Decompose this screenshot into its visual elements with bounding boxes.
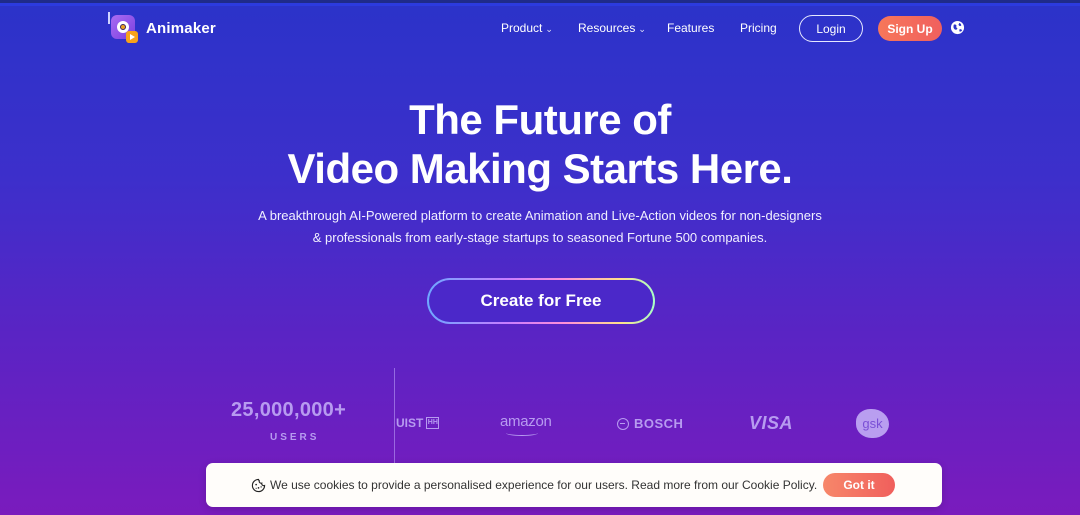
hero-title-line-1: The Future of <box>409 96 671 143</box>
client-logo-text: BOSCH <box>634 416 684 431</box>
brand-name: Animaker <box>146 19 216 37</box>
hero-title-line-2: Video Making Starts Here. <box>287 145 793 192</box>
client-logo-gsk: gsk <box>856 409 889 438</box>
client-logo-text: UIST <box>396 416 424 430</box>
users-count: 25,000,000+ <box>231 399 347 421</box>
globe-icon[interactable] <box>950 20 965 35</box>
navbar: Animaker Product ⌄ Resources ⌄ Features … <box>0 0 1080 56</box>
bosch-armature-icon <box>617 417 629 430</box>
login-button[interactable]: Login <box>799 15 863 42</box>
client-logo-badge: HH <box>426 417 440 429</box>
nav-item-product[interactable]: Product ⌄ <box>501 21 553 35</box>
client-logo-visa: VISA <box>749 413 794 433</box>
cookie-icon <box>251 478 266 493</box>
accept-cookies-button[interactable]: Got it <box>823 473 895 497</box>
nav-item-label: Pricing <box>740 21 777 35</box>
amazon-smile-icon <box>506 430 538 436</box>
cookie-banner: We use cookies to provide a personalised… <box>206 463 942 507</box>
nav-item-pricing[interactable]: Pricing <box>740 21 777 35</box>
nav-item-label: Resources <box>578 21 636 35</box>
brand-logo[interactable]: Animaker <box>108 12 216 44</box>
chevron-down-icon: ⌄ <box>638 23 646 34</box>
hero-subtitle-line-1: A breakthrough AI-Powered platform to cr… <box>258 208 822 223</box>
chevron-down-icon: ⌄ <box>545 23 553 34</box>
client-logo-bosch: BOSCH <box>617 416 683 431</box>
cookie-message: We use cookies to provide a personalised… <box>270 478 818 492</box>
users-label: USERS <box>270 432 320 443</box>
client-logo-amazon: amazon <box>500 413 552 436</box>
client-logo-uist: UIST HH <box>396 416 440 430</box>
hero-subtitle-line-2: & professionals from early-stage startup… <box>312 230 768 245</box>
stats-divider <box>394 368 395 468</box>
cta-label: Create for Free <box>429 280 653 322</box>
nav-item-resources[interactable]: Resources ⌄ <box>578 21 646 35</box>
nav-item-label: Features <box>667 21 715 35</box>
animaker-logo-icon <box>108 12 140 44</box>
nav-item-label: Product <box>501 21 543 35</box>
create-for-free-button[interactable]: Create for Free <box>427 278 655 324</box>
nav-item-features[interactable]: Features <box>667 21 714 35</box>
client-logo-text: amazon <box>500 413 552 430</box>
signup-button[interactable]: Sign Up <box>878 16 942 41</box>
